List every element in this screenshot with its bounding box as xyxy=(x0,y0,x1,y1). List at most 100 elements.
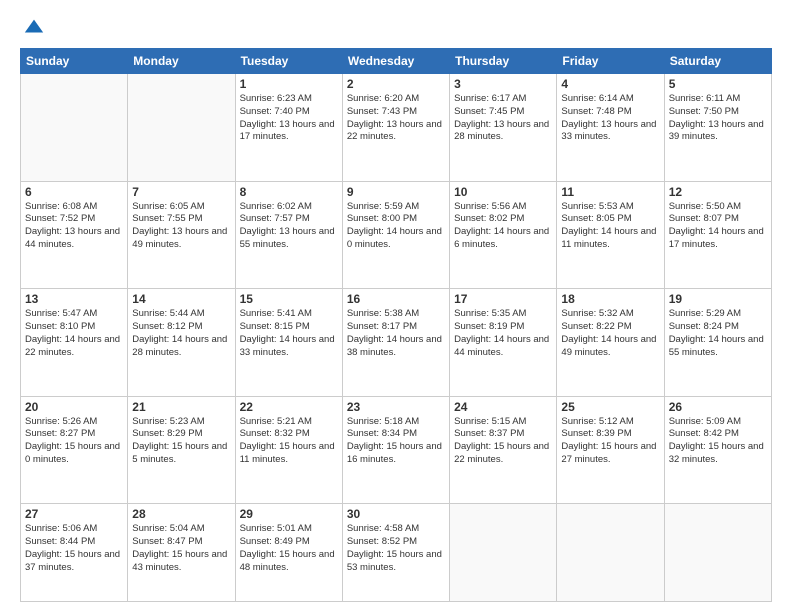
calendar-cell: 30 Sunrise: 4:58 AM Sunset: 8:52 PM Dayli… xyxy=(342,504,449,602)
day-info: Sunrise: 5:38 AM Sunset: 8:17 PM Dayligh… xyxy=(347,308,445,359)
day-info: Sunrise: 6:20 AM Sunset: 7:43 PM Dayligh… xyxy=(347,93,445,144)
day-number: 3 xyxy=(454,77,552,91)
day-number: 8 xyxy=(240,185,338,199)
day-info: Sunrise: 5:47 AM Sunset: 8:10 PM Dayligh… xyxy=(25,308,123,359)
day-number: 20 xyxy=(25,400,123,414)
day-number: 25 xyxy=(561,400,659,414)
calendar-cell: 28 Sunrise: 5:04 AM Sunset: 8:47 PM Dayli… xyxy=(128,504,235,602)
calendar-cell: 22Sunrise: 5:21 AM Sunset: 8:32 PM Dayli… xyxy=(235,396,342,504)
day-info: Sunrise: 6:23 AM Sunset: 7:40 PM Dayligh… xyxy=(240,93,338,144)
day-number: 10 xyxy=(454,185,552,199)
calendar-cell: 18 Sunrise: 5:32 AM Sunset: 8:22 PM Dayli… xyxy=(557,289,664,397)
day-info: Sunrise: 5:06 AM Sunset: 8:44 PM Dayligh… xyxy=(25,523,123,574)
calendar-cell: 29Sunrise: 5:01 AM Sunset: 8:49 PM Dayli… xyxy=(235,504,342,602)
page: SundayMondayTuesdayWednesdayThursdayFrid… xyxy=(0,0,792,612)
calendar-cell: 1 Sunrise: 6:23 AM Sunset: 7:40 PM Daylig… xyxy=(235,74,342,182)
calendar-cell: 14 Sunrise: 5:44 AM Sunset: 8:12 PM Dayli… xyxy=(128,289,235,397)
weekday-header-saturday: Saturday xyxy=(664,49,771,74)
calendar-week-row: 20 Sunrise: 5:26 AM Sunset: 8:27 PM Dayli… xyxy=(21,396,772,504)
day-info: Sunrise: 5:09 AM Sunset: 8:42 PM Dayligh… xyxy=(669,416,767,467)
day-info: Sunrise: 5:32 AM Sunset: 8:22 PM Dayligh… xyxy=(561,308,659,359)
calendar-week-row: 13 Sunrise: 5:47 AM Sunset: 8:10 PM Dayli… xyxy=(21,289,772,397)
day-info: Sunrise: 5:23 AM Sunset: 8:29 PM Dayligh… xyxy=(132,416,230,467)
day-number: 17 xyxy=(454,292,552,306)
calendar-cell: 9 Sunrise: 5:59 AM Sunset: 8:00 PM Daylig… xyxy=(342,181,449,289)
day-number: 11 xyxy=(561,185,659,199)
calendar-cell: 20 Sunrise: 5:26 AM Sunset: 8:27 PM Dayli… xyxy=(21,396,128,504)
day-number: 21 xyxy=(132,400,230,414)
calendar-cell xyxy=(21,74,128,182)
calendar-cell: 19 Sunrise: 5:29 AM Sunset: 8:24 PM Dayli… xyxy=(664,289,771,397)
calendar-cell: 27Sunrise: 5:06 AM Sunset: 8:44 PM Dayli… xyxy=(21,504,128,602)
day-info: Sunrise: 5:04 AM Sunset: 8:47 PM Dayligh… xyxy=(132,523,230,574)
day-number: 14 xyxy=(132,292,230,306)
day-number: 6 xyxy=(25,185,123,199)
calendar-cell: 24Sunrise: 5:15 AM Sunset: 8:37 PM Dayli… xyxy=(450,396,557,504)
day-info: Sunrise: 5:44 AM Sunset: 8:12 PM Dayligh… xyxy=(132,308,230,359)
day-number: 1 xyxy=(240,77,338,91)
calendar-cell: 3 Sunrise: 6:17 AM Sunset: 7:45 PM Daylig… xyxy=(450,74,557,182)
day-info: Sunrise: 5:26 AM Sunset: 8:27 PM Dayligh… xyxy=(25,416,123,467)
day-number: 19 xyxy=(669,292,767,306)
day-info: Sunrise: 4:58 AM Sunset: 8:52 PM Dayligh… xyxy=(347,523,445,574)
calendar-cell: 16 Sunrise: 5:38 AM Sunset: 8:17 PM Dayli… xyxy=(342,289,449,397)
calendar-cell: 13 Sunrise: 5:47 AM Sunset: 8:10 PM Dayli… xyxy=(21,289,128,397)
day-info: Sunrise: 5:56 AM Sunset: 8:02 PM Dayligh… xyxy=(454,201,552,252)
weekday-header-wednesday: Wednesday xyxy=(342,49,449,74)
day-info: Sunrise: 6:17 AM Sunset: 7:45 PM Dayligh… xyxy=(454,93,552,144)
day-info: Sunrise: 5:18 AM Sunset: 8:34 PM Dayligh… xyxy=(347,416,445,467)
calendar-cell: 25 Sunrise: 5:12 AM Sunset: 8:39 PM Dayli… xyxy=(557,396,664,504)
weekday-header-thursday: Thursday xyxy=(450,49,557,74)
day-number: 2 xyxy=(347,77,445,91)
calendar-table: SundayMondayTuesdayWednesdayThursdayFrid… xyxy=(20,48,772,602)
day-number: 18 xyxy=(561,292,659,306)
day-number: 9 xyxy=(347,185,445,199)
calendar-cell xyxy=(128,74,235,182)
day-info: Sunrise: 5:35 AM Sunset: 8:19 PM Dayligh… xyxy=(454,308,552,359)
day-info: Sunrise: 5:21 AM Sunset: 8:32 PM Dayligh… xyxy=(240,416,338,467)
day-info: Sunrise: 5:29 AM Sunset: 8:24 PM Dayligh… xyxy=(669,308,767,359)
day-number: 28 xyxy=(132,507,230,521)
weekday-header-monday: Monday xyxy=(128,49,235,74)
day-number: 30 xyxy=(347,507,445,521)
calendar-cell: 5Sunrise: 6:11 AM Sunset: 7:50 PM Daylig… xyxy=(664,74,771,182)
calendar-cell xyxy=(664,504,771,602)
day-info: Sunrise: 5:59 AM Sunset: 8:00 PM Dayligh… xyxy=(347,201,445,252)
calendar-cell: 7Sunrise: 6:05 AM Sunset: 7:55 PM Daylig… xyxy=(128,181,235,289)
calendar-cell: 26Sunrise: 5:09 AM Sunset: 8:42 PM Dayli… xyxy=(664,396,771,504)
calendar-cell xyxy=(450,504,557,602)
calendar-week-row: 27Sunrise: 5:06 AM Sunset: 8:44 PM Dayli… xyxy=(21,504,772,602)
day-info: Sunrise: 5:12 AM Sunset: 8:39 PM Dayligh… xyxy=(561,416,659,467)
logo xyxy=(20,18,45,38)
calendar-cell: 12Sunrise: 5:50 AM Sunset: 8:07 PM Dayli… xyxy=(664,181,771,289)
weekday-header-row: SundayMondayTuesdayWednesdayThursdayFrid… xyxy=(21,49,772,74)
day-info: Sunrise: 6:02 AM Sunset: 7:57 PM Dayligh… xyxy=(240,201,338,252)
day-info: Sunrise: 5:01 AM Sunset: 8:49 PM Dayligh… xyxy=(240,523,338,574)
calendar-cell: 8 Sunrise: 6:02 AM Sunset: 7:57 PM Daylig… xyxy=(235,181,342,289)
day-info: Sunrise: 5:50 AM Sunset: 8:07 PM Dayligh… xyxy=(669,201,767,252)
calendar-cell: 17 Sunrise: 5:35 AM Sunset: 8:19 PM Dayli… xyxy=(450,289,557,397)
calendar-cell: 15 Sunrise: 5:41 AM Sunset: 8:15 PM Dayli… xyxy=(235,289,342,397)
day-number: 13 xyxy=(25,292,123,306)
day-number: 4 xyxy=(561,77,659,91)
day-number: 7 xyxy=(132,185,230,199)
weekday-header-sunday: Sunday xyxy=(21,49,128,74)
header xyxy=(20,18,772,38)
logo-icon xyxy=(23,16,45,38)
day-info: Sunrise: 5:41 AM Sunset: 8:15 PM Dayligh… xyxy=(240,308,338,359)
calendar-cell xyxy=(557,504,664,602)
calendar-week-row: 6 Sunrise: 6:08 AM Sunset: 7:52 PM Daylig… xyxy=(21,181,772,289)
calendar-cell: 11 Sunrise: 5:53 AM Sunset: 8:05 PM Dayli… xyxy=(557,181,664,289)
day-info: Sunrise: 5:53 AM Sunset: 8:05 PM Dayligh… xyxy=(561,201,659,252)
calendar-cell: 2 Sunrise: 6:20 AM Sunset: 7:43 PM Daylig… xyxy=(342,74,449,182)
calendar-cell: 10 Sunrise: 5:56 AM Sunset: 8:02 PM Dayli… xyxy=(450,181,557,289)
weekday-header-tuesday: Tuesday xyxy=(235,49,342,74)
day-number: 23 xyxy=(347,400,445,414)
calendar-week-row: 1 Sunrise: 6:23 AM Sunset: 7:40 PM Daylig… xyxy=(21,74,772,182)
calendar-cell: 23 Sunrise: 5:18 AM Sunset: 8:34 PM Dayli… xyxy=(342,396,449,504)
day-number: 15 xyxy=(240,292,338,306)
day-number: 16 xyxy=(347,292,445,306)
day-info: Sunrise: 6:08 AM Sunset: 7:52 PM Dayligh… xyxy=(25,201,123,252)
calendar-cell: 4Sunrise: 6:14 AM Sunset: 7:48 PM Daylig… xyxy=(557,74,664,182)
calendar-cell: 21 Sunrise: 5:23 AM Sunset: 8:29 PM Dayli… xyxy=(128,396,235,504)
